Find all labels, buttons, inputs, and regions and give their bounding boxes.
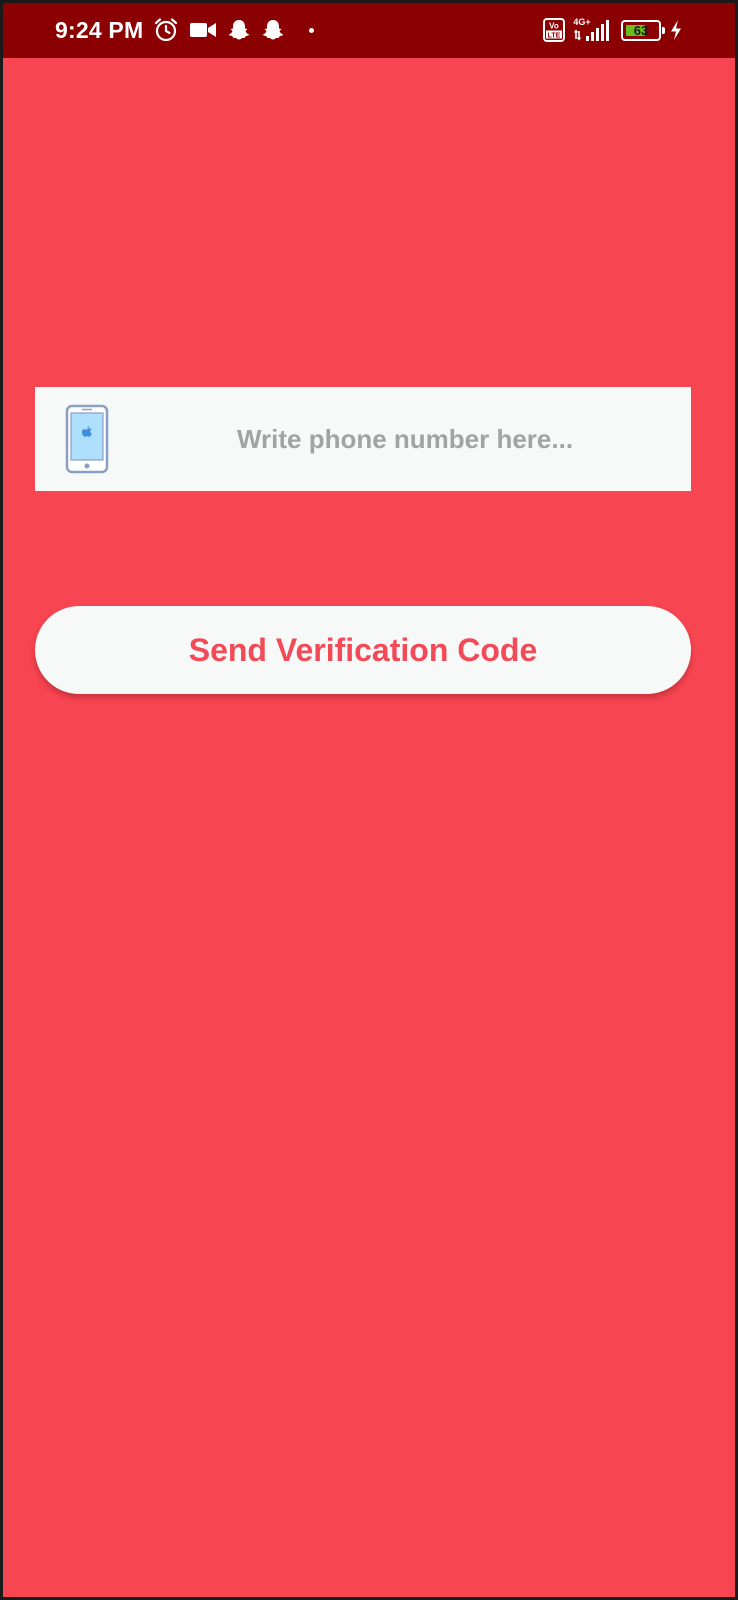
- smartphone-icon: [65, 404, 109, 474]
- video-camera-icon: [190, 23, 216, 37]
- app-screen: 9:24 PM Vo LTE 4G+ 63 Write phone number…: [3, 3, 735, 1597]
- battery-icon: 63: [621, 19, 665, 41]
- status-icons-right: Vo LTE 4G+ 63: [543, 14, 683, 46]
- charging-bolt-icon: [671, 20, 681, 40]
- notification-dot-icon: [309, 27, 314, 33]
- volte-top-label: Vo: [549, 22, 559, 31]
- send-verification-code-button[interactable]: Send Verification Code: [35, 606, 691, 694]
- phone-number-field[interactable]: [35, 387, 691, 491]
- snapchat-icon: [228, 20, 250, 40]
- battery-level: 63: [633, 22, 649, 38]
- phone-number-input[interactable]: [155, 387, 655, 491]
- snapchat-icon: [262, 20, 284, 40]
- status-bar: 9:24 PM Vo LTE 4G+ 63: [3, 3, 735, 58]
- volte-bottom-label: LTE: [548, 32, 561, 39]
- status-time: 9:24 PM: [55, 17, 144, 43]
- alarm-icon: [154, 18, 178, 42]
- volte-icon: Vo LTE: [543, 18, 565, 42]
- status-icons-left: [153, 16, 314, 44]
- network-type-label: 4G+: [573, 17, 590, 27]
- battery-tip: [662, 26, 665, 34]
- signal-icon: 4G+: [573, 17, 609, 41]
